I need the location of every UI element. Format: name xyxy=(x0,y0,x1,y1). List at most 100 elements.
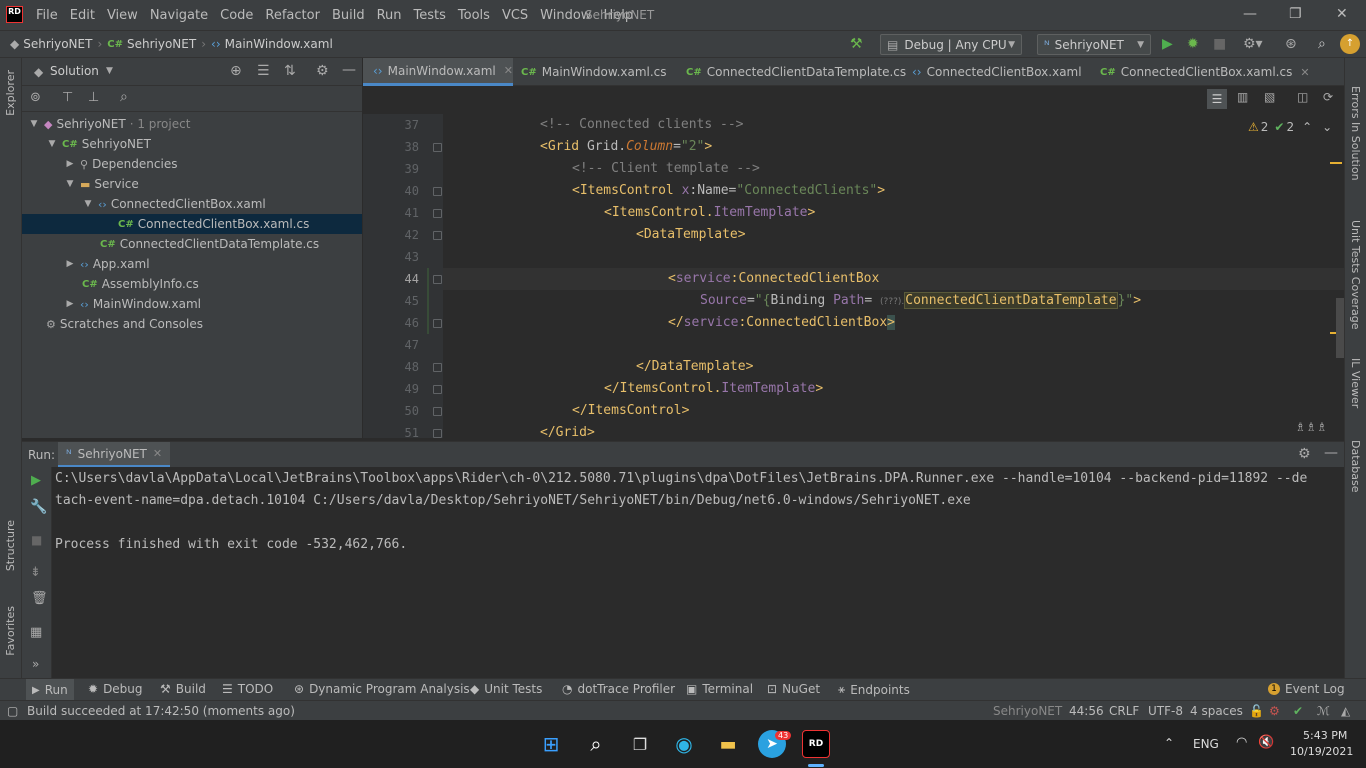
solution-view-title[interactable]: Solution xyxy=(50,64,99,78)
tool-tab-dynamic-program-analysis[interactable]: ⊛ Dynamic Program Analysis xyxy=(294,682,470,696)
show-all-files-icon[interactable]: ⊚ xyxy=(30,90,41,105)
chevron-down-icon[interactable]: ▼ xyxy=(82,199,94,209)
refresh-icon[interactable]: ⟳ xyxy=(1323,90,1333,104)
tool-tab-run[interactable]: ▶ Run xyxy=(26,679,74,701)
chevron-up-icon[interactable]: ⌃ xyxy=(1302,120,1312,134)
tree-item-assemblyinfo-cs[interactable]: C# AssemblyInfo.cs xyxy=(22,274,362,294)
close-tab-icon[interactable]: ✕ xyxy=(1300,66,1309,79)
errors-tool-tab[interactable]: Errors In Solution xyxy=(1349,86,1362,181)
fold-marker-icon[interactable] xyxy=(433,209,442,218)
close-icon[interactable]: ✕ xyxy=(1336,6,1348,22)
menu-tests[interactable]: Tests xyxy=(414,8,446,23)
stop-icon[interactable]: ■ xyxy=(1213,36,1226,52)
structure-tool-tab[interactable]: Structure xyxy=(4,520,17,571)
tree-item-connectedclientbox-cs[interactable]: C# ConnectedClientBox.xaml.cs xyxy=(22,214,362,234)
tool-tab-unit-tests[interactable]: ◆ Unit Tests xyxy=(470,682,542,696)
debug-icon[interactable]: ✹ xyxy=(1187,36,1199,52)
tab-connectedclientbox-xaml-cs[interactable]: C# ConnectedClientBox.xaml.cs ✕ xyxy=(1100,58,1310,86)
attach-icon[interactable]: ⊛ xyxy=(1285,36,1297,52)
tree-item-connectedclientbox-xaml[interactable]: ▼ ‹› ConnectedClientBox.xaml xyxy=(22,194,362,214)
chevron-down-icon[interactable]: ▼ xyxy=(46,139,58,149)
menu-tools[interactable]: Tools xyxy=(458,8,490,23)
keyboard-language[interactable]: ENG xyxy=(1193,737,1219,751)
close-tab-icon[interactable]: ✕ xyxy=(153,447,162,460)
menu-navigate[interactable]: Navigate xyxy=(150,8,208,23)
menu-edit[interactable]: Edit xyxy=(70,8,95,23)
wifi-icon[interactable]: ◠ xyxy=(1236,735,1247,750)
chevron-right-icon[interactable]: ▶ xyxy=(64,159,76,169)
gear-icon[interactable]: ⚙ xyxy=(316,63,329,79)
wrench-icon[interactable]: 🔧 xyxy=(30,499,47,515)
tree-item-mainwindow-xaml[interactable]: ▶ ‹› MainWindow.xaml xyxy=(22,294,362,314)
fold-marker-icon[interactable] xyxy=(433,231,442,240)
preview-mode-icon[interactable]: ▧ xyxy=(1264,90,1275,104)
task-view-icon[interactable]: ❐ xyxy=(626,730,654,758)
tab-connectedclientdatatemplate-cs[interactable]: C# ConnectedClientDataTemplate.cs xyxy=(686,58,906,86)
breadcrumb-project[interactable]: SehriyoNET xyxy=(127,37,196,51)
tree-item-service-folder[interactable]: ▼ ▬ Service xyxy=(22,174,362,194)
minimize-icon[interactable]: — xyxy=(1243,6,1257,22)
menu-vcs[interactable]: VCS xyxy=(502,8,528,23)
more-icon[interactable]: » xyxy=(32,657,39,671)
build-status-icon[interactable]: ℳ xyxy=(1317,704,1330,718)
tab-mainwindow-xaml-cs[interactable]: C# MainWindow.xaml.cs xyxy=(521,58,667,86)
caret-position[interactable]: 44:56 xyxy=(1069,704,1104,718)
split-vertical-icon[interactable]: ◫ xyxy=(1297,90,1308,104)
tool-tab-terminal[interactable]: ▣ Terminal xyxy=(686,682,753,696)
fold-marker-icon[interactable] xyxy=(433,407,442,416)
explorer-tool-tab[interactable]: Explorer xyxy=(4,70,17,116)
tool-tab-endpoints[interactable]: ⚹ Endpoints xyxy=(838,682,910,697)
hide-icon[interactable]: — xyxy=(1324,445,1338,461)
code-editor[interactable]: <!-- Connected clients --> <Grid Grid.Co… xyxy=(443,114,1344,438)
chevron-down-icon[interactable]: ▼ xyxy=(64,179,76,189)
rerun-icon[interactable]: ▶ xyxy=(31,473,41,488)
menu-code[interactable]: Code xyxy=(220,8,253,23)
lock-icon[interactable]: 🔓 xyxy=(1249,704,1264,718)
profile-icon[interactable]: ⚙▾ xyxy=(1243,36,1263,52)
breadcrumb-file[interactable]: MainWindow.xaml xyxy=(225,37,333,51)
inspection-widget[interactable]: ⚠ 2 ✔ 2 ⌃ ⌄ xyxy=(1248,120,1332,134)
chevron-down-icon[interactable]: ▼ xyxy=(28,119,40,129)
maximize-icon[interactable]: ❐ xyxy=(1289,6,1302,22)
file-encoding[interactable]: UTF-8 xyxy=(1148,704,1183,718)
layout-icon[interactable]: ▦ xyxy=(30,625,42,640)
tree-item-scratches[interactable]: ⚙ Scratches and Consoles xyxy=(22,314,362,334)
rider-taskbar-icon[interactable]: RD xyxy=(802,730,830,758)
search-icon[interactable]: ⌕ xyxy=(582,730,610,758)
filter-down-icon[interactable]: ⊥ xyxy=(88,90,99,105)
volume-muted-icon[interactable]: 🔇 xyxy=(1258,735,1274,750)
menu-run[interactable]: Run xyxy=(377,8,402,23)
menu-file[interactable]: File xyxy=(36,8,58,23)
tab-connectedclientbox-xaml[interactable]: ‹› ConnectedClientBox.xaml xyxy=(912,58,1082,86)
favorites-tool-tab[interactable]: Favorites xyxy=(4,606,17,656)
search-icon[interactable]: ⌕ xyxy=(1318,36,1326,52)
fold-marker-icon[interactable] xyxy=(433,363,442,372)
run-tab[interactable]: ᴺ SehriyoNET ✕ xyxy=(58,442,171,468)
memory-icon[interactable]: ⚙ xyxy=(1269,704,1280,718)
file-explorer-icon[interactable]: ▬ xyxy=(714,730,742,758)
tree-item-project[interactable]: ▼ C# SehriyoNET xyxy=(22,134,362,154)
chevron-right-icon[interactable]: ▶ xyxy=(64,299,76,309)
menu-refactor[interactable]: Refactor xyxy=(265,8,320,23)
locate-icon[interactable]: ⊕ xyxy=(230,63,242,79)
tool-tab-dottrace[interactable]: ◔ dotTrace Profiler xyxy=(562,682,675,696)
fold-marker-icon[interactable] xyxy=(433,187,442,196)
run-console[interactable]: C:\Users\davla\AppData\Local\JetBrains\T… xyxy=(52,467,1344,678)
fold-marker-icon[interactable] xyxy=(433,143,442,152)
close-tab-icon[interactable]: ✕ xyxy=(504,64,513,77)
editor-scrollbar[interactable] xyxy=(1336,298,1344,358)
build-config-select[interactable]: ▤ Debug | Any CPU ▼ xyxy=(880,34,1022,55)
fold-marker-icon[interactable] xyxy=(433,429,442,438)
menu-view[interactable]: View xyxy=(107,8,138,23)
stop-icon[interactable]: ■ xyxy=(31,533,42,547)
tree-item-connectedclientdatatemplate-cs[interactable]: C# ConnectedClientDataTemplate.cs xyxy=(22,234,362,254)
edge-browser-icon[interactable]: ◉ xyxy=(670,730,698,758)
run-config-select[interactable]: ᴺ SehriyoNET ▼ xyxy=(1037,34,1151,55)
chevron-down-icon[interactable]: ⌄ xyxy=(1322,120,1332,134)
unit-tests-coverage-tool-tab[interactable]: Unit Tests Coverage xyxy=(1349,220,1362,329)
il-viewer-tool-tab[interactable]: IL Viewer xyxy=(1349,358,1362,408)
tree-item-app-xaml[interactable]: ▶ ‹› App.xaml xyxy=(22,254,362,274)
chevron-down-icon[interactable]: ▼ xyxy=(106,66,113,76)
search-icon[interactable]: ⌕ xyxy=(120,89,128,105)
collapse-all-icon[interactable]: ⇅ xyxy=(284,63,296,79)
